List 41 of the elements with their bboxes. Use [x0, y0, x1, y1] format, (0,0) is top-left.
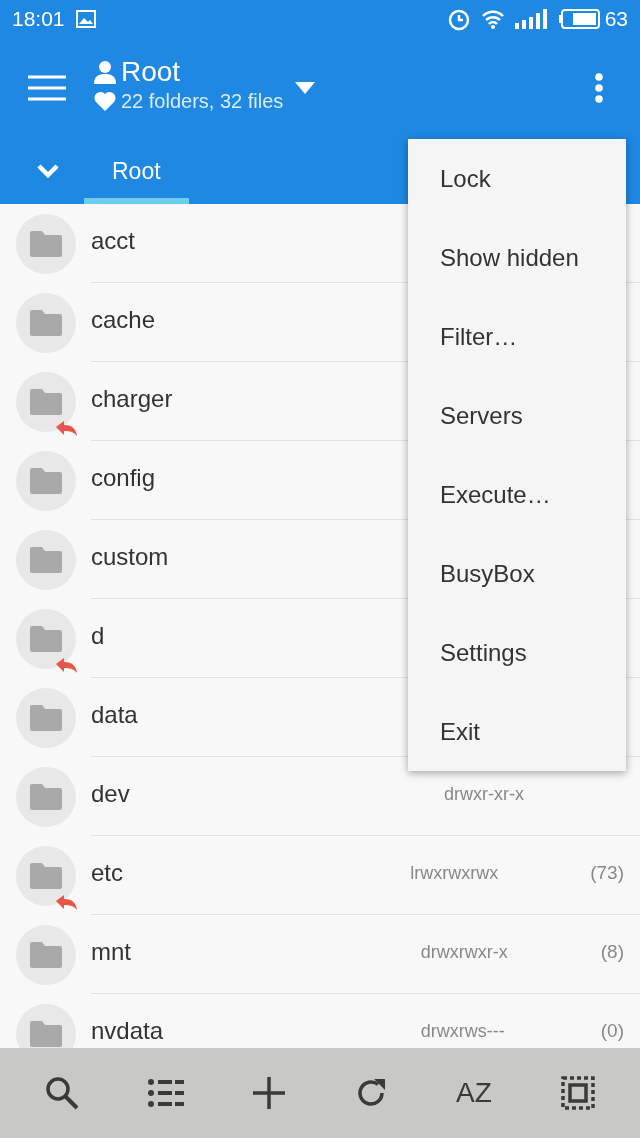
item-count: (73) [590, 862, 624, 884]
menu-item[interactable]: Lock [408, 139, 626, 218]
battery-level: 63 [604, 7, 628, 31]
battery-icon [558, 9, 601, 29]
menu-item[interactable]: BusyBox [408, 534, 626, 613]
folder-avatar [16, 1004, 76, 1048]
tab[interactable]: Root [84, 138, 189, 204]
file-name[interactable]: nvdata [91, 1017, 421, 1045]
add-icon[interactable] [253, 1077, 286, 1109]
item-count: (8) [600, 941, 624, 963]
file-name[interactable]: dev [91, 780, 444, 808]
dropdown-arrow-icon[interactable] [295, 82, 316, 94]
signal-icon [514, 9, 549, 29]
menu-item[interactable]: Settings [408, 613, 626, 692]
person-icon [94, 59, 116, 84]
menu-item[interactable]: Servers [408, 376, 626, 455]
file-name[interactable]: etc [91, 859, 411, 887]
app-title: Root [121, 55, 181, 88]
item-count: (0) [600, 1020, 624, 1042]
menu-item[interactable]: Exit [408, 692, 626, 771]
file-permissions: drwxrws--- [420, 1020, 506, 1042]
app-subtitle: 22 folders, 32 files [121, 89, 284, 113]
menu-item[interactable]: Filter… [408, 297, 626, 376]
search-icon[interactable] [44, 1076, 79, 1110]
menu-icon[interactable] [28, 75, 66, 101]
list-view-icon[interactable] [148, 1079, 185, 1107]
file-permissions: lrwxrwxrwx [410, 862, 500, 884]
file-name[interactable]: mnt [91, 938, 421, 966]
chevron-down-icon[interactable] [36, 163, 60, 179]
more-options-icon[interactable] [594, 73, 604, 103]
file-permissions: drwxrwxr-x [420, 941, 509, 963]
alarm-icon [446, 7, 471, 31]
heart-icon [94, 91, 116, 111]
file-permissions: drwxr-xr-x [444, 783, 525, 805]
image-icon [74, 9, 97, 29]
sort-button[interactable]: AZ [456, 1077, 492, 1109]
select-all-icon[interactable] [561, 1076, 596, 1110]
menu-item[interactable]: Execute… [408, 455, 626, 534]
status-time: 18:01 [12, 7, 65, 31]
wifi-icon [480, 8, 505, 30]
menu-item[interactable]: Show hidden [408, 218, 626, 297]
